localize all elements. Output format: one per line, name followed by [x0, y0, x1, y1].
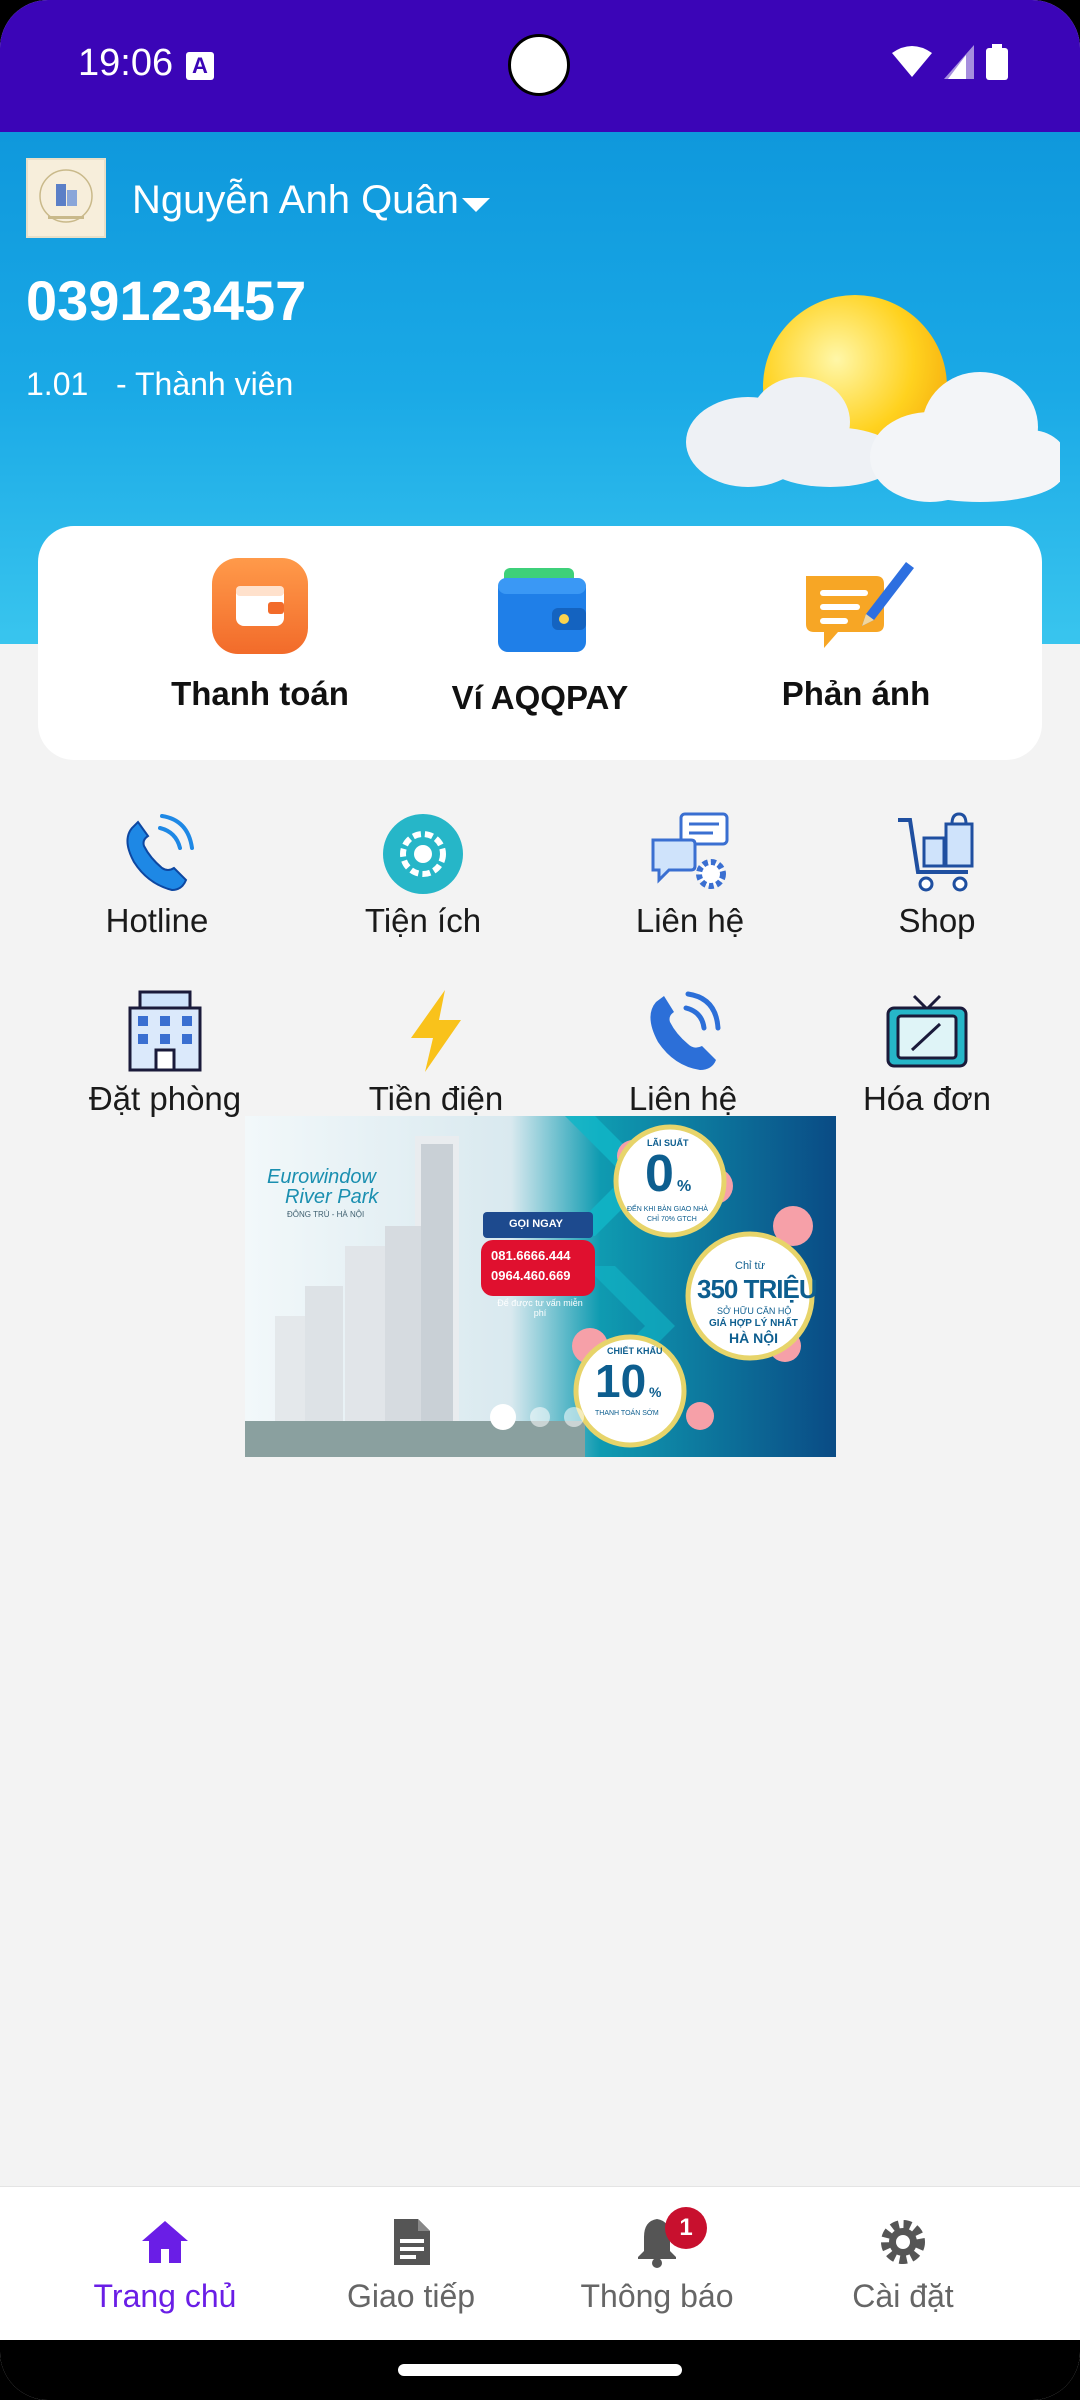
sun-cloud-icon: [686, 295, 1060, 502]
banner-rate-note-2: CHỈ 70% GTCH: [647, 1216, 697, 1223]
wallet-card-icon: [212, 558, 308, 654]
action-vi-aqqpay[interactable]: Ví AQQPAY: [390, 556, 690, 717]
grid-lien-he[interactable]: Liên hệ: [575, 810, 805, 940]
nav-label: Thông báo: [580, 2278, 734, 2314]
action-label: Phản ánh: [781, 675, 931, 712]
document-icon: [394, 2219, 430, 2265]
avatar[interactable]: [26, 158, 106, 238]
nav-giao-tiep[interactable]: Giao tiếp: [291, 2215, 531, 2315]
battery-icon: [986, 44, 1008, 80]
action-phan-anh[interactable]: Phản ánh: [706, 556, 1006, 713]
grid-shop[interactable]: Shop: [822, 810, 1052, 940]
home-gesture-bar[interactable]: [398, 2364, 682, 2376]
promo-banner[interactable]: Eurowindow River Park ĐÔNG TRÙ - HÀ NỘI …: [245, 1116, 836, 1457]
banner-rate-note-1: ĐẾN KHI BÀN GIAO NHÀ: [627, 1206, 708, 1213]
nav-label: Giao tiếp: [346, 2278, 476, 2314]
banner-price-value: 350 TRIỆU: [697, 1274, 818, 1304]
app-screen: 19:06 A Nguyễn Anh Quân 039123457 1.01 -…: [0, 0, 1080, 2400]
phone-ringing-icon: [126, 814, 194, 892]
banner-rate-value: 0: [645, 1145, 674, 1203]
bottom-nav: Trang chủ Giao tiếp 1 Thông báo Cài đặt: [0, 2186, 1080, 2341]
banner-price-note-1: SỞ HỮU CĂN HỘ: [717, 1306, 792, 1316]
carousel-dot-active[interactable]: [490, 1404, 516, 1430]
tv-icon: [886, 994, 968, 1068]
nav-label: Cài đặt: [852, 2278, 954, 2314]
carousel-dots: [490, 1404, 584, 1430]
banner-call-title: GỌI NGAY: [509, 1218, 563, 1230]
banner-price-note-3: HÀ NỘI: [729, 1330, 778, 1346]
action-label: Thanh toán: [171, 675, 349, 712]
signal-icon: [944, 45, 974, 79]
banner-price-note-2: GIÁ HỢP LÝ NHẤT: [709, 1318, 798, 1329]
grid-label: Shop: [898, 902, 976, 939]
nav-label: Trang chủ: [93, 2278, 237, 2314]
gear-icon: [881, 2220, 925, 2264]
carousel-dot[interactable]: [564, 1407, 584, 1427]
grid-label: Tiện ích: [364, 902, 482, 939]
status-icons: [892, 44, 1008, 80]
grid-tien-dien[interactable]: Tiền điện: [321, 988, 551, 1118]
building-icon: [128, 990, 202, 1072]
banner-call-phone-2: 0964.460.669: [491, 1268, 571, 1283]
nav-thong-bao[interactable]: 1 Thông báo: [537, 2207, 777, 2315]
phone-call-icon: [650, 991, 721, 1070]
feedback-note-icon: [806, 562, 914, 648]
grid-dat-phong[interactable]: Đặt phòng: [50, 988, 280, 1118]
lightning-icon: [411, 990, 461, 1072]
carousel-dot[interactable]: [530, 1407, 550, 1427]
wifi-icon: [892, 46, 932, 77]
banner-price-from: Chỉ từ: [735, 1260, 765, 1272]
status-time: 19:06: [78, 42, 174, 84]
grid-label: Hóa đơn: [862, 1080, 992, 1117]
nav-cai-dat[interactable]: Cài đặt: [783, 2215, 1023, 2315]
blue-wallet-icon: [498, 568, 586, 652]
action-label: Ví AQQPAY: [451, 679, 629, 716]
grid-lien-he-2[interactable]: Liên hệ: [568, 988, 798, 1118]
grid-label: Tiền điện: [368, 1080, 504, 1117]
grid-hotline[interactable]: Hotline: [42, 810, 272, 940]
banner-rate-unit: %: [677, 1178, 692, 1195]
grid-label: Đặt phòng: [88, 1080, 242, 1117]
banner-call-note: Để được tư vấn miễn phí: [497, 1298, 583, 1318]
user-name[interactable]: Nguyễn Anh Quân: [132, 178, 459, 223]
quick-actions-card: Thanh toán Ví AQQPAY Phản ánh: [38, 526, 1042, 760]
utility-gear-icon: [383, 814, 463, 894]
action-thanh-toan[interactable]: Thanh toán: [110, 556, 410, 713]
member-level: 1.01: [26, 366, 89, 402]
chat-settings-icon: [651, 812, 729, 889]
banner-brand-2: River Park: [285, 1186, 379, 1208]
shopping-cart-icon: [898, 812, 974, 892]
keyboard-a-icon: A: [186, 52, 214, 80]
grid-tien-ich[interactable]: Tiện ích: [308, 810, 538, 940]
grid-label: Liên hệ: [635, 902, 745, 939]
notification-badge: 1: [665, 2207, 707, 2249]
grid-hoa-don[interactable]: Hóa đơn: [812, 988, 1042, 1118]
banner-brand-sub: ĐÔNG TRÙ - HÀ NỘI: [287, 1210, 365, 1219]
grid-label: Hotline: [105, 902, 209, 939]
status-bar: 19:06 A: [0, 0, 1080, 132]
phone-number: 039123457: [26, 269, 307, 332]
banner-discount-note: THANH TOÁN SỚM: [595, 1410, 659, 1417]
camera-cutout: [508, 34, 570, 96]
chevron-down-icon[interactable]: [462, 198, 490, 212]
nav-trang-chu[interactable]: Trang chủ: [45, 2215, 285, 2315]
avatar-building-icon: [39, 169, 93, 223]
banner-call-phone-1: 081.6666.444: [491, 1248, 571, 1263]
home-icon: [142, 2221, 188, 2263]
grid-label: Liên hệ: [628, 1080, 738, 1117]
banner-discount-value: 10: [595, 1355, 647, 1407]
member-role: - Thành viên: [116, 366, 294, 402]
banner-discount-unit: %: [649, 1384, 662, 1400]
